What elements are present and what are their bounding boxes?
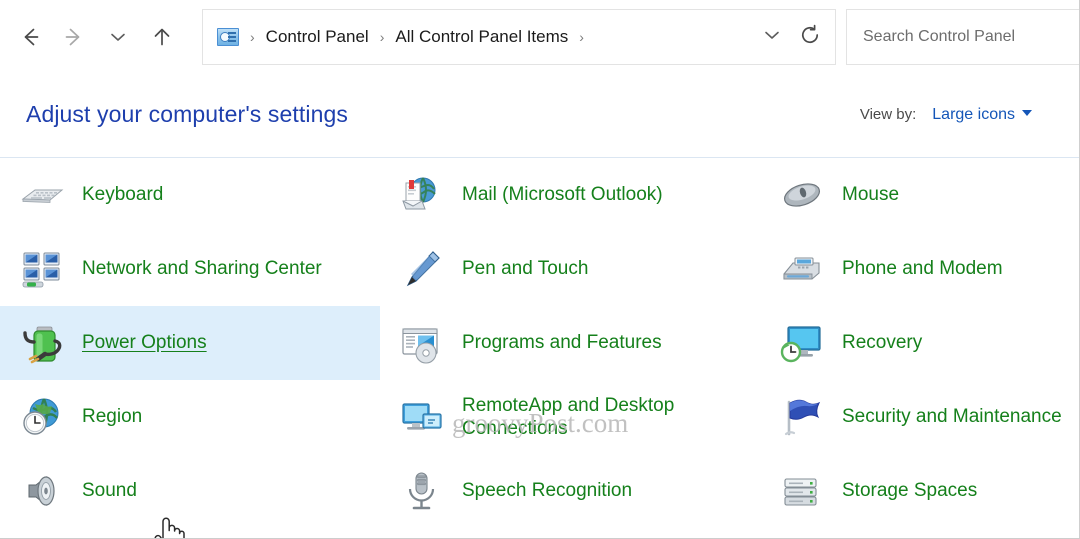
address-dropdown-button[interactable] bbox=[753, 17, 791, 57]
control-panel-item-label[interactable]: Mail (Microsoft Outlook) bbox=[462, 183, 663, 206]
page-title: Adjust your computer's settings bbox=[26, 101, 348, 127]
control-panel-item-label[interactable]: Security and Maintenance bbox=[842, 405, 1062, 428]
control-panel-item-label[interactable]: Region bbox=[82, 405, 142, 428]
up-button[interactable] bbox=[140, 15, 184, 59]
breadcrumb-item-control-panel[interactable]: Control Panel bbox=[264, 23, 371, 51]
storage-spaces-icon bbox=[778, 467, 826, 515]
control-panel-item-label[interactable]: Speech Recognition bbox=[462, 479, 632, 502]
remoteapp-icon bbox=[398, 393, 446, 441]
mouse-icon bbox=[778, 171, 826, 219]
control-panel-item[interactable]: Pen and Touch bbox=[380, 232, 760, 306]
search-input[interactable] bbox=[863, 28, 1080, 46]
speech-recognition-icon bbox=[398, 467, 446, 515]
control-panel-item[interactable]: Keyboard bbox=[0, 158, 380, 232]
control-panel-item-label[interactable]: Keyboard bbox=[82, 183, 163, 206]
control-panel-item[interactable]: Region bbox=[0, 380, 380, 454]
search-box[interactable] bbox=[846, 9, 1080, 65]
view-by-dropdown[interactable]: Large icons bbox=[932, 106, 1032, 124]
control-panel-item[interactable]: Mouse bbox=[760, 158, 1080, 232]
back-button[interactable] bbox=[8, 15, 52, 59]
arrow-up-icon bbox=[149, 24, 175, 50]
control-panel-item[interactable]: Sound bbox=[0, 454, 380, 528]
caret-down-icon bbox=[1022, 110, 1032, 116]
control-panel-item-label[interactable]: Sound bbox=[82, 479, 137, 502]
control-panel-item-label[interactable]: Network and Sharing Center bbox=[82, 257, 322, 280]
view-by-value: Large icons bbox=[932, 106, 1015, 123]
security-maintenance-icon bbox=[778, 393, 826, 441]
address-bar[interactable]: › Control Panel › All Control Panel Item… bbox=[202, 9, 836, 65]
control-panel-item[interactable]: Phone and Modem bbox=[760, 232, 1080, 306]
recent-locations-button[interactable] bbox=[96, 15, 140, 59]
breadcrumb-separator: › bbox=[579, 29, 584, 45]
region-icon bbox=[18, 393, 66, 441]
control-panel-item-label[interactable]: Power Options bbox=[82, 331, 207, 354]
power-options-icon bbox=[18, 319, 66, 367]
control-panel-item-label[interactable]: Phone and Modem bbox=[842, 257, 1003, 280]
recovery-icon bbox=[778, 319, 826, 367]
breadcrumb-item-all-control-panel-items[interactable]: All Control Panel Items bbox=[393, 23, 570, 51]
control-panel-item[interactable]: Speech Recognition bbox=[380, 454, 760, 528]
refresh-button[interactable] bbox=[791, 17, 829, 57]
breadcrumb-separator: › bbox=[379, 29, 385, 45]
sound-icon bbox=[18, 467, 66, 515]
view-by-label: View by: bbox=[859, 106, 917, 123]
chevron-down-icon bbox=[761, 24, 783, 51]
network-sharing-icon bbox=[18, 245, 66, 293]
control-panel-items-grid: Keyboard Mail (Microsoft Outlook) Mouse bbox=[0, 158, 1080, 528]
control-panel-item[interactable]: Programs and Features bbox=[380, 306, 760, 380]
control-panel-item[interactable]: RemoteApp and Desktop Connections bbox=[380, 380, 760, 454]
control-panel-icon bbox=[217, 28, 239, 46]
control-panel-item[interactable]: Mail (Microsoft Outlook) bbox=[380, 158, 760, 232]
control-panel-window: › Control Panel › All Control Panel Item… bbox=[0, 0, 1080, 539]
forward-button[interactable] bbox=[52, 15, 96, 59]
mail-icon bbox=[398, 171, 446, 219]
control-panel-item-label[interactable]: Pen and Touch bbox=[462, 257, 588, 280]
control-panel-item-label[interactable]: Programs and Features bbox=[462, 331, 662, 354]
page-header: Adjust your computer's settings View by:… bbox=[0, 74, 1080, 158]
chevron-down-icon bbox=[107, 26, 129, 48]
refresh-icon bbox=[798, 23, 822, 52]
keyboard-icon bbox=[18, 171, 66, 219]
control-panel-item[interactable]: Power Options bbox=[0, 306, 380, 380]
arrow-left-icon bbox=[17, 24, 43, 50]
control-panel-item-label[interactable]: RemoteApp and Desktop Connections bbox=[462, 394, 752, 440]
arrow-right-icon bbox=[61, 24, 87, 50]
programs-features-icon bbox=[398, 319, 446, 367]
control-panel-item-label[interactable]: Recovery bbox=[842, 331, 922, 354]
control-panel-item[interactable]: Network and Sharing Center bbox=[0, 232, 380, 306]
items-area: Keyboard Mail (Microsoft Outlook) Mouse bbox=[0, 158, 1080, 539]
control-panel-item[interactable]: Recovery bbox=[760, 306, 1080, 380]
phone-modem-icon bbox=[778, 245, 826, 293]
pen-touch-icon bbox=[398, 245, 446, 293]
control-panel-item[interactable]: Storage Spaces bbox=[760, 454, 1080, 528]
control-panel-item-label[interactable]: Mouse bbox=[842, 183, 899, 206]
breadcrumb-separator: › bbox=[250, 29, 255, 45]
view-by-control: View by: Large icons bbox=[860, 106, 1032, 124]
control-panel-item[interactable]: Security and Maintenance bbox=[760, 380, 1080, 454]
control-panel-item-label[interactable]: Storage Spaces bbox=[842, 479, 977, 502]
